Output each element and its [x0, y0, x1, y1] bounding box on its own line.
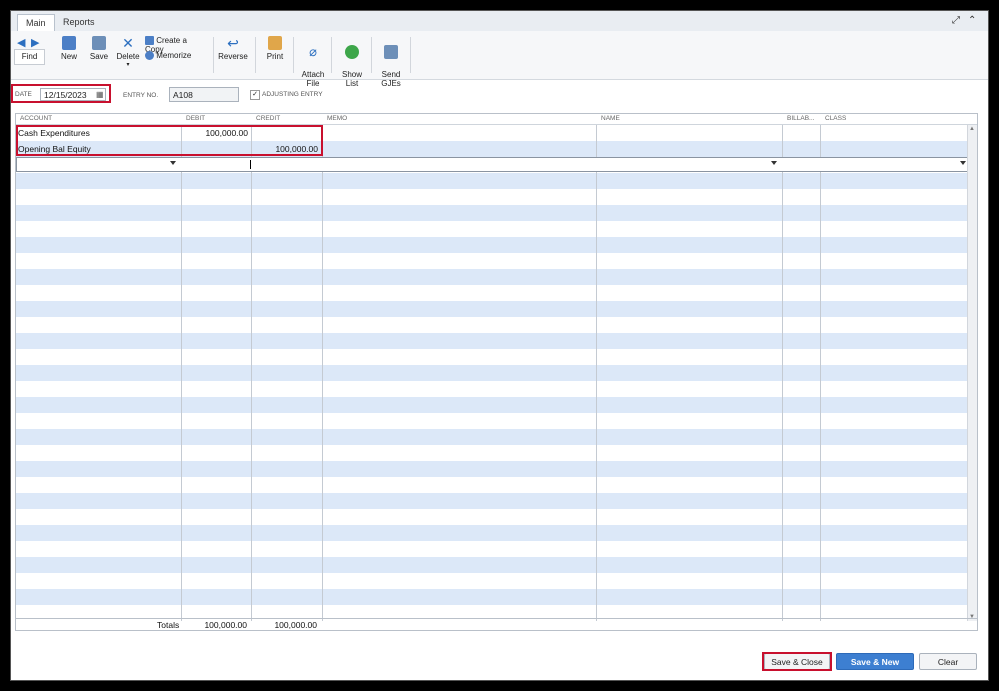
name-dropdown-icon[interactable]	[771, 161, 777, 165]
column-divider	[820, 125, 821, 621]
column-divider	[322, 125, 323, 621]
plus-circle-icon	[345, 45, 359, 59]
new-button[interactable]: New	[59, 36, 79, 61]
new-label: New	[60, 52, 77, 61]
expand-icon[interactable]: ⤢	[952, 15, 960, 26]
column-header-credit[interactable]: CREDIT	[256, 115, 280, 122]
scroll-up-icon[interactable]: ▲	[969, 126, 975, 132]
copy-icon	[145, 36, 154, 46]
next-arrow-icon[interactable]: ▶	[31, 36, 39, 49]
delete-x-icon: ✕	[122, 35, 134, 51]
show-list-label: Show List	[341, 70, 362, 88]
toolbar-divider	[213, 37, 214, 73]
memorize-label: Memorize	[156, 51, 192, 60]
toolbar-divider	[293, 37, 294, 73]
delete-button[interactable]: ✕ Delete ▾	[115, 36, 141, 70]
column-header-memo[interactable]: MEMO	[327, 115, 347, 122]
column-divider	[251, 125, 252, 621]
show-list-button[interactable]: Show List	[339, 36, 365, 88]
column-header-class[interactable]: CLASS	[825, 115, 846, 122]
toolbar-divider	[410, 37, 411, 73]
memorize-icon	[145, 51, 154, 61]
entry-no-field[interactable]: A108	[169, 87, 239, 102]
column-header-billable[interactable]: BILLAB...	[787, 115, 814, 122]
entries-highlight	[16, 125, 323, 156]
toolbar: ◀ ▶ Find New Save ✕ Delete ▾ Create a Co…	[11, 31, 988, 88]
journal-grid: ACCOUNT DEBIT CREDIT MEMO NAME BILLAB...…	[15, 113, 978, 631]
column-header-name[interactable]: NAME	[601, 115, 620, 122]
save-label: Save	[89, 52, 109, 61]
previous-arrow-icon[interactable]: ◀	[17, 36, 25, 49]
send-icon	[384, 45, 398, 59]
column-header-account[interactable]: ACCOUNT	[20, 115, 52, 122]
account-dropdown-icon[interactable]	[170, 161, 176, 165]
toolbar-divider	[371, 37, 372, 73]
clear-button[interactable]: Clear	[919, 653, 977, 670]
reverse-button[interactable]: ↩ Reverse	[217, 36, 249, 61]
column-divider	[596, 125, 597, 621]
class-dropdown-icon[interactable]	[960, 161, 966, 165]
tab-reports[interactable]: Reports	[55, 14, 103, 31]
save-new-button[interactable]: Save & New	[836, 653, 914, 670]
totals-debit: 100,000.00	[204, 620, 247, 630]
send-gjes-label: Send GJEs	[381, 70, 401, 88]
chevron-up-icon[interactable]: ⌃	[968, 15, 976, 26]
delete-label: Delete	[116, 52, 140, 61]
edit-row[interactable]	[16, 157, 969, 172]
toolbar-divider	[255, 37, 256, 73]
totals-row: Totals 100,000.00 100,000.00	[15, 618, 978, 631]
adjusting-entry-checkbox[interactable]: ✓	[250, 90, 260, 100]
tab-main[interactable]: Main	[17, 14, 55, 31]
totals-label: Totals	[157, 620, 180, 630]
attach-file-label: Attach File	[301, 70, 325, 88]
find-button[interactable]: Find	[14, 49, 45, 65]
new-document-icon	[62, 36, 76, 50]
save-close-highlight	[762, 652, 832, 671]
print-label: Print	[266, 52, 284, 61]
save-button[interactable]: Save	[88, 36, 110, 61]
entry-no-label: ENTRY NO.	[123, 92, 159, 99]
date-highlight	[11, 84, 111, 103]
delete-dropdown-icon[interactable]: ▾	[115, 61, 141, 70]
text-cursor	[250, 160, 251, 169]
reverse-arrow-icon: ↩	[227, 35, 239, 51]
tab-bar: Main Reports ⤢ ⌃	[11, 11, 988, 32]
column-divider	[181, 125, 182, 621]
paperclip-icon: ⌀	[309, 44, 317, 59]
memorize-button[interactable]: Memorize	[145, 51, 207, 61]
totals-credit: 100,000.00	[274, 620, 317, 630]
column-divider	[782, 125, 783, 621]
grid-header: ACCOUNT DEBIT CREDIT MEMO NAME BILLAB...…	[16, 114, 977, 125]
print-button[interactable]: Print	[263, 36, 287, 61]
reverse-label: Reverse	[218, 52, 248, 61]
column-header-debit[interactable]: DEBIT	[186, 115, 205, 122]
attach-file-button[interactable]: ⌀ Attach File	[300, 36, 326, 89]
toolbar-divider	[331, 37, 332, 73]
vertical-scrollbar[interactable]: ▲ ▼	[967, 125, 977, 621]
printer-icon	[268, 36, 282, 50]
send-gjes-button[interactable]: Send GJEs	[377, 36, 405, 88]
save-disk-icon	[92, 36, 106, 50]
adjusting-entry-label: ADJUSTING ENTRY	[262, 91, 323, 98]
grid-rows: Cash Expenditures 100,000.00 Opening Bal…	[16, 125, 969, 621]
journal-entry-window: Main Reports ⤢ ⌃ ◀ ▶ Find New Save ✕ Del…	[10, 10, 989, 681]
